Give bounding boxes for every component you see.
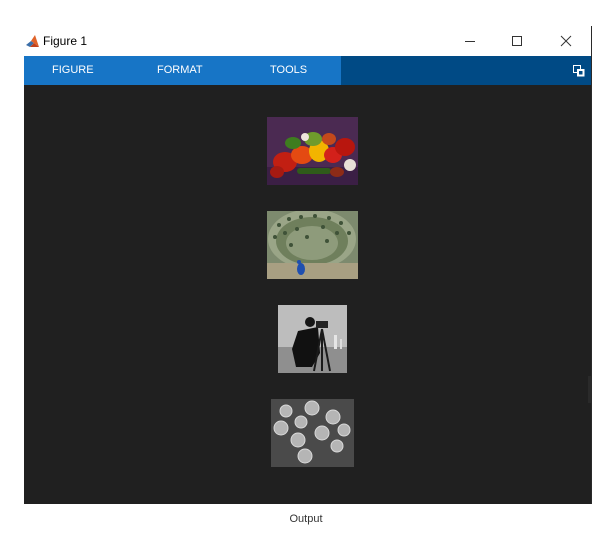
toolstrip: FIGURE FORMAT TOOLS (24, 56, 591, 85)
peacock-image (267, 211, 358, 279)
undock-icon[interactable] (573, 65, 585, 77)
maximize-button[interactable] (494, 26, 540, 56)
window-title: Figure 1 (43, 34, 88, 48)
close-icon (560, 35, 572, 47)
coins-image (271, 399, 354, 467)
window-right-edge (591, 26, 592, 504)
figure-window: Figure 1 FIGURE FORMAT TOOLS (24, 26, 591, 504)
cameraman-image (278, 305, 347, 373)
figure-canvas[interactable] (24, 85, 591, 504)
peppers-image (267, 117, 358, 185)
minimize-button[interactable] (447, 26, 493, 56)
close-button[interactable] (543, 26, 589, 56)
title-bar[interactable]: Figure 1 (24, 26, 591, 56)
minimize-icon (465, 41, 475, 42)
tab-format[interactable]: FORMAT (157, 56, 203, 85)
window-edge-notch (588, 376, 591, 403)
tab-figure[interactable]: FIGURE (52, 56, 94, 85)
output-caption: Output (289, 513, 323, 525)
toolstrip-tabs: FIGURE FORMAT TOOLS (24, 56, 341, 85)
maximize-icon (512, 36, 522, 46)
tab-tools[interactable]: TOOLS (270, 56, 307, 85)
matlab-logo-icon (26, 35, 39, 47)
